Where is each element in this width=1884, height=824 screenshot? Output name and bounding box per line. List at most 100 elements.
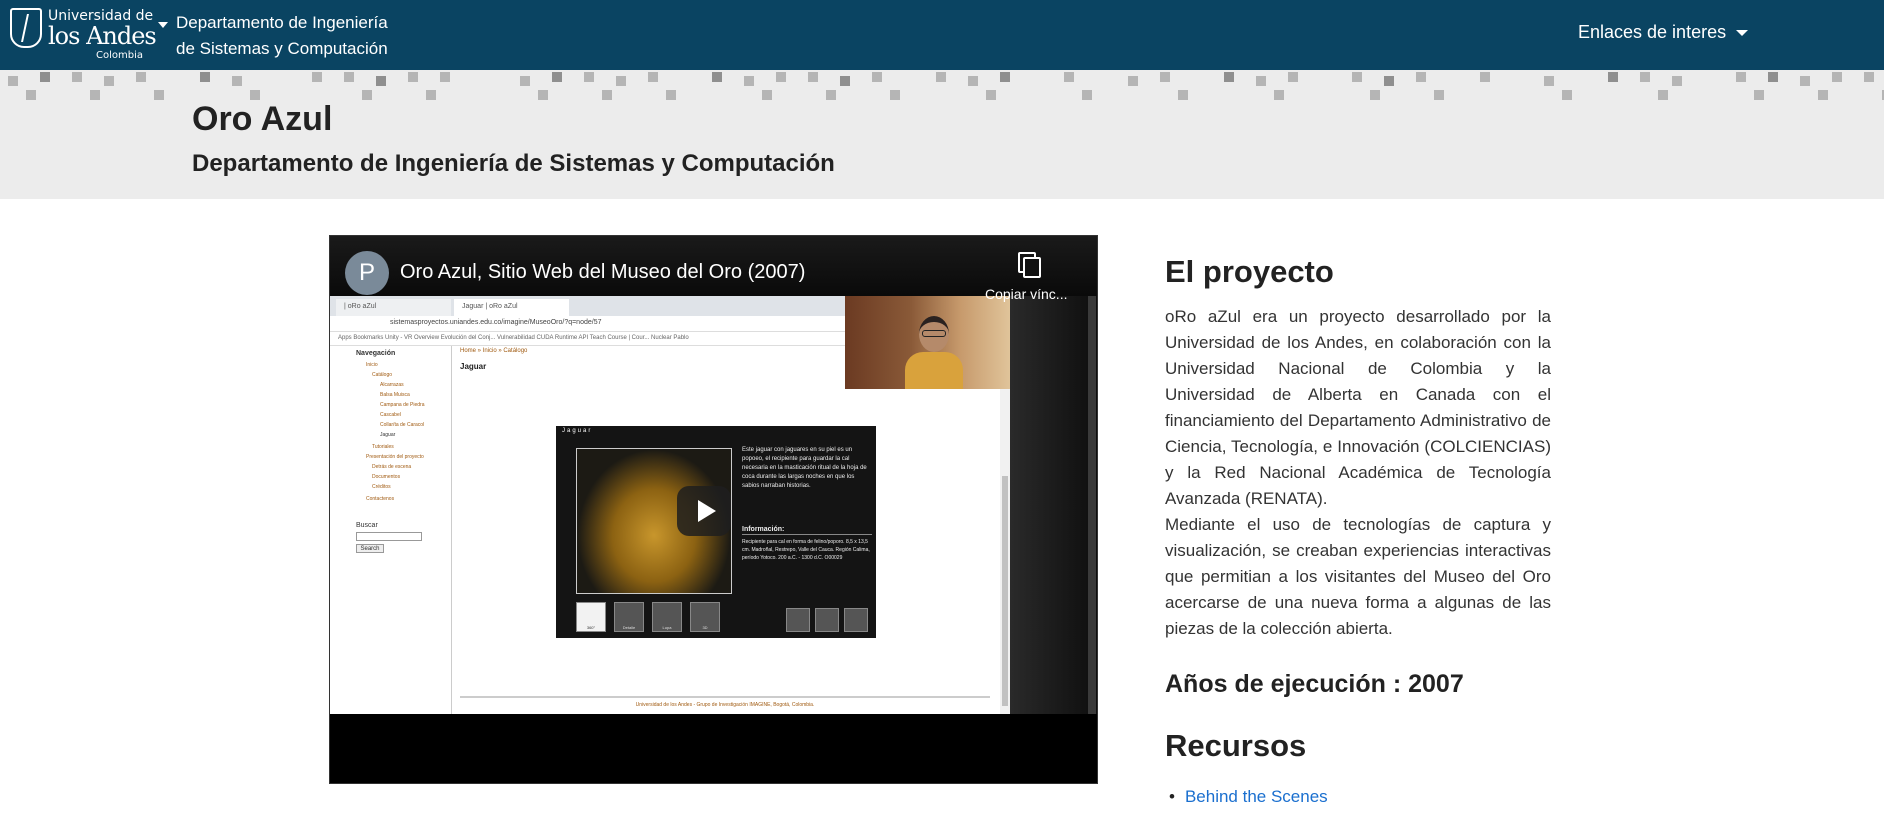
captured-sidebar-item: Campana de Piedra: [380, 402, 425, 408]
pattern-pixel: [426, 90, 436, 100]
department-link-line1: Departamento de Ingeniería: [176, 13, 388, 32]
pattern-pixel: [40, 72, 50, 82]
pattern-pixel: [1658, 90, 1668, 100]
presenter-webcam: [845, 296, 1010, 389]
video-side-background: [1010, 296, 1097, 714]
pattern-pixel: [538, 90, 548, 100]
page-header: Oro Azul Departamento de Ingeniería de S…: [0, 70, 1884, 199]
page-subtitle: Departamento de Ingeniería de Sistemas y…: [192, 150, 835, 177]
presenter-body: [905, 352, 963, 389]
captured-sidebar-heading: Navegación: [356, 350, 396, 357]
undo-icon: [844, 608, 868, 632]
captured-tab-active: Jaguar | oRo aZul: [454, 299, 569, 316]
list-item: Behind the Scenes: [1185, 784, 1328, 810]
pattern-pixel: [826, 90, 836, 100]
pattern-pixel: [1288, 72, 1298, 82]
play-button[interactable]: [677, 486, 731, 536]
pattern-pixel: [520, 76, 530, 86]
pattern-pixel: [362, 90, 372, 100]
project-paragraph-2: Mediante el uso de tecnologías de captur…: [1165, 515, 1551, 638]
captured-sidebar-item: Detrás de escena: [372, 464, 412, 470]
x3d-icon: 3D: [690, 602, 720, 632]
copy-link-label[interactable]: Copiar vínc...: [985, 286, 1067, 302]
pattern-pixel: [1736, 72, 1746, 82]
pattern-pixel: [872, 72, 882, 82]
viewer-info-text: Recipiente para cal en forma de felino/p…: [742, 539, 870, 561]
pattern-pixel: [154, 90, 164, 100]
pattern-pixel: [1768, 72, 1778, 82]
pattern-pixel: [840, 76, 850, 86]
captured-sidebar-item: Tutoriales: [372, 444, 394, 450]
pattern-pixel: [1562, 90, 1572, 100]
pattern-pixel: [232, 76, 242, 86]
captured-footer: Universidad de los Andes - Grupo de Inve…: [460, 696, 990, 708]
hand-icon: [786, 608, 810, 632]
project-heading: El proyecto: [1165, 254, 1334, 289]
behind-the-scenes-link[interactable]: Behind the Scenes: [1185, 787, 1328, 806]
logo-dropdown-icon[interactable]: [158, 22, 168, 28]
chevron-down-icon: [1736, 29, 1749, 36]
execution-years: Años de ejecución : 2007: [1165, 670, 1464, 698]
pattern-pixel: [1082, 90, 1092, 100]
pattern-pixel: [1800, 76, 1810, 86]
links-dropdown-label: Enlaces de interes: [1578, 22, 1727, 42]
video-player[interactable]: | oRo aZul Jaguar | oRo aZul sistemaspro…: [329, 235, 1098, 784]
project-description: El proyecto oRo aZul era un proyecto des…: [1165, 252, 1551, 806]
viewer-title: Jaguar: [562, 428, 593, 434]
pattern-pixel: [666, 90, 676, 100]
pattern-pixel: [584, 72, 594, 82]
pattern-pixel: [1064, 72, 1074, 82]
video-title-bar: P Oro Azul, Sitio Web del Museo del Oro …: [330, 236, 1097, 302]
pattern-pixel: [200, 72, 210, 82]
university-logo[interactable]: Universidad de los Andes Colombia: [10, 6, 168, 62]
pattern-pixel: [776, 72, 786, 82]
pattern-pixel: [8, 76, 18, 86]
pattern-pixel: [1384, 76, 1394, 86]
captured-sidebar: Navegación Inicio Catálogo Alcarrazas Ba…: [330, 346, 452, 714]
department-link[interactable]: Departamento de Ingeniería de Sistemas y…: [176, 10, 388, 62]
project-paragraph-1: oRo aZul era un proyecto desarrollado po…: [1165, 307, 1551, 508]
captured-sidebar-item: Contactenos: [366, 496, 395, 502]
pattern-pixel: [1480, 72, 1490, 82]
pattern-pixel: [1256, 76, 1266, 86]
logo-sub-text: Colombia: [96, 50, 143, 61]
project-paragraph: oRo aZul era un proyecto desarrollado po…: [1165, 304, 1551, 642]
captured-sidebar-item: Balsa Muisca: [380, 392, 410, 398]
viewer-info: Información: Recipiente para cal en form…: [742, 526, 872, 562]
pattern-pixel: [808, 72, 818, 82]
rotate-360-icon: 360°: [576, 602, 606, 632]
video-title[interactable]: Oro Azul, Sitio Web del Museo del Oro (2…: [400, 261, 805, 284]
university-emblem-icon: [10, 8, 42, 48]
magnifier-icon: Lupa: [652, 602, 682, 632]
links-dropdown[interactable]: Enlaces de interes: [1578, 22, 1749, 43]
pattern-pixel: [1832, 72, 1842, 82]
pattern-pixel: [408, 72, 418, 82]
pattern-pixel: [1434, 90, 1444, 100]
captured-breadcrumb: Home » Inicio » Catálogo: [460, 348, 528, 354]
pattern-pixel: [1640, 72, 1650, 82]
pattern-pixel: [986, 90, 996, 100]
pattern-pixel: [712, 72, 722, 82]
pattern-pixel: [1224, 72, 1234, 82]
page-title: Oro Azul: [192, 100, 333, 138]
copy-link-icon[interactable]: [1018, 252, 1041, 278]
captured-sidebar-item: Presentación del proyecto: [366, 454, 424, 460]
captured-sidebar-item: Inicio: [366, 362, 378, 368]
channel-avatar[interactable]: P: [345, 251, 389, 295]
pattern-pixel: [1000, 72, 1010, 82]
captured-heading: Jaguar: [460, 362, 487, 371]
pattern-pixel: [312, 72, 322, 82]
top-navbar: Universidad de los Andes Colombia Depart…: [0, 0, 1884, 70]
minus-icon: [815, 608, 839, 632]
pattern-pixel: [1544, 76, 1554, 86]
pattern-pixel: [1754, 90, 1764, 100]
presenter-figure: [905, 316, 963, 389]
pattern-pixel: [1274, 90, 1284, 100]
pattern-pixel: [648, 72, 658, 82]
captured-sidebar-item: Cascabel: [380, 412, 401, 418]
pattern-pixel: [1818, 90, 1828, 100]
pattern-pixel: [440, 72, 450, 82]
pattern-pixel: [1128, 76, 1138, 86]
pattern-pixel: [90, 90, 100, 100]
viewer-toolbar: 360° Detalle Lupa 3D: [576, 602, 720, 632]
